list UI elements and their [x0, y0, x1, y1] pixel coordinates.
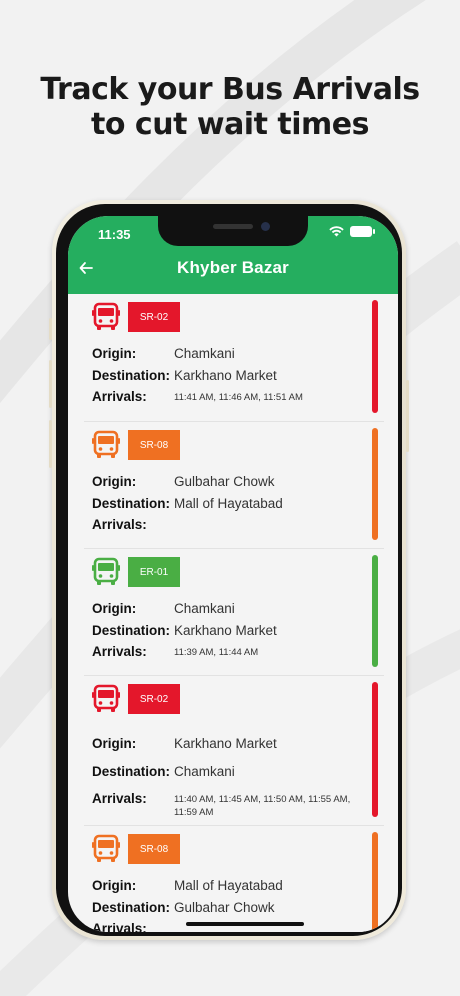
arrivals-label: Arrivals: — [92, 791, 147, 806]
arrivals-row: Arrivals: 11:39 AM, 11:44 AM — [92, 644, 370, 659]
arrivals-value: 11:40 AM, 11:45 AM, 11:50 AM, 11:55 AM, … — [174, 794, 351, 818]
mute-switch — [49, 318, 52, 340]
status-bar — [372, 555, 378, 667]
route-header: SR-08 — [92, 834, 180, 864]
home-indicator[interactable] — [186, 922, 304, 926]
route-code: SR-08 — [139, 439, 169, 451]
destination-label: Destination: — [92, 623, 171, 638]
route-code: SR-02 — [139, 693, 169, 705]
origin-value: Chamkani — [174, 601, 235, 616]
volume-up-button — [49, 360, 52, 408]
arrivals-label: Arrivals: — [92, 517, 147, 532]
origin-label: Origin: — [92, 474, 137, 489]
route-header: SR-02 — [92, 302, 180, 332]
power-button — [406, 380, 409, 452]
arrivals-value: 11:41 AM, 11:46 AM, 11:51 AM — [174, 392, 303, 403]
origin-row: Origin: Mall of Hayatabad — [92, 878, 283, 893]
route-card[interactable]: SR-02 Origin: Karkhano Market Destination: C… — [84, 676, 384, 826]
destination-value: Gulbahar Chowk — [174, 900, 275, 915]
destination-row: Destination: Mall of Hayatabad — [92, 496, 283, 511]
arrivals-row: Arrivals: 11:40 AM, 11:45 AM, 11:50 AM, 1… — [92, 791, 370, 819]
status-bar — [372, 300, 378, 413]
arrivals-row: Arrivals: — [92, 517, 370, 532]
origin-value: Karkhano Market — [174, 736, 277, 751]
origin-row: Origin: Gulbahar Chowk — [92, 474, 275, 489]
route-card[interactable]: SR-08 Origin: Gulbahar Chowk Destination: Ma… — [84, 422, 384, 549]
status-bar — [372, 832, 378, 932]
destination-value: Karkhano Market — [174, 368, 277, 383]
route-header: SR-08 — [92, 430, 180, 460]
bus-icon — [92, 430, 120, 458]
destination-row: Destination: Karkhano Market — [92, 623, 277, 638]
notch — [158, 216, 308, 246]
route-code: SR-02 — [139, 311, 169, 323]
origin-value: Gulbahar Chowk — [174, 474, 275, 489]
route-code: SR-08 — [139, 843, 169, 855]
route-header: ER-01 — [92, 557, 180, 587]
origin-label: Origin: — [92, 346, 137, 361]
destination-value: Mall of Hayatabad — [174, 496, 283, 511]
bus-icon — [92, 302, 120, 330]
origin-value: Chamkani — [174, 346, 235, 361]
route-badge: ER-01 — [128, 557, 180, 587]
arrivals-row: Arrivals: 11:41 AM, 11:46 AM, 11:51 AM — [92, 389, 370, 404]
bus-icon — [92, 834, 120, 862]
headline: Track your Bus Arrivals to cut wait time… — [0, 72, 460, 142]
battery-icon — [350, 226, 375, 237]
origin-label: Origin: — [92, 878, 137, 893]
phone-bezel: 11:35 Khyber Bazar SR-02 Origin: Chamkan… — [56, 204, 402, 936]
bus-icon — [92, 684, 120, 712]
destination-label: Destination: — [92, 900, 171, 915]
destination-row: Destination: Karkhano Market — [92, 368, 277, 383]
volume-down-button — [49, 420, 52, 468]
origin-label: Origin: — [92, 736, 137, 751]
arrivals-value: 11:39 AM, 11:44 AM — [174, 647, 259, 658]
arrivals-label: Arrivals: — [92, 921, 147, 932]
app-title: Khyber Bazar — [177, 258, 289, 277]
destination-value: Karkhano Market — [174, 623, 277, 638]
route-header: SR-02 — [92, 684, 180, 714]
route-badge: SR-08 — [128, 430, 180, 460]
origin-value: Mall of Hayatabad — [174, 878, 283, 893]
status-bar — [372, 682, 378, 817]
route-card[interactable]: ER-01 Origin: Chamkani Destination: Karkhano… — [84, 549, 384, 676]
route-card[interactable]: SR-08 Origin: Mall of Hayatabad Destination… — [84, 826, 384, 932]
route-badge: SR-02 — [128, 302, 180, 332]
destination-label: Destination: — [92, 368, 171, 383]
bus-icon — [92, 557, 120, 585]
arrivals-label: Arrivals: — [92, 644, 147, 659]
origin-label: Origin: — [92, 601, 137, 616]
status-time: 11:35 — [98, 227, 131, 242]
destination-row: Destination: Gulbahar Chowk — [92, 900, 275, 915]
phone-screen: 11:35 Khyber Bazar SR-02 Origin: Chamkan… — [68, 216, 398, 932]
route-badge: SR-08 — [128, 834, 180, 864]
destination-label: Destination: — [92, 496, 171, 511]
headline-line-1: Track your Bus Arrivals — [40, 72, 420, 107]
arrivals-label: Arrivals: — [92, 389, 147, 404]
route-badge: SR-02 — [128, 684, 180, 714]
origin-row: Origin: Karkhano Market — [92, 736, 277, 751]
status-bar — [372, 428, 378, 540]
wifi-icon — [329, 226, 344, 237]
speaker — [213, 224, 253, 229]
phone-frame: 11:35 Khyber Bazar SR-02 Origin: Chamkan… — [49, 200, 409, 940]
destination-label: Destination: — [92, 764, 171, 779]
status-icons — [329, 226, 375, 237]
origin-row: Origin: Chamkani — [92, 346, 235, 361]
destination-row: Destination: Chamkani — [92, 764, 235, 779]
route-code: ER-01 — [139, 566, 169, 578]
destination-value: Chamkani — [174, 764, 235, 779]
front-camera — [261, 222, 270, 231]
origin-row: Origin: Chamkani — [92, 601, 235, 616]
route-card[interactable]: SR-02 Origin: Chamkani Destination: Karkhano… — [84, 294, 384, 422]
headline-line-2: to cut wait times — [91, 107, 369, 142]
route-list: SR-02 Origin: Chamkani Destination: Karkhano… — [84, 294, 384, 932]
